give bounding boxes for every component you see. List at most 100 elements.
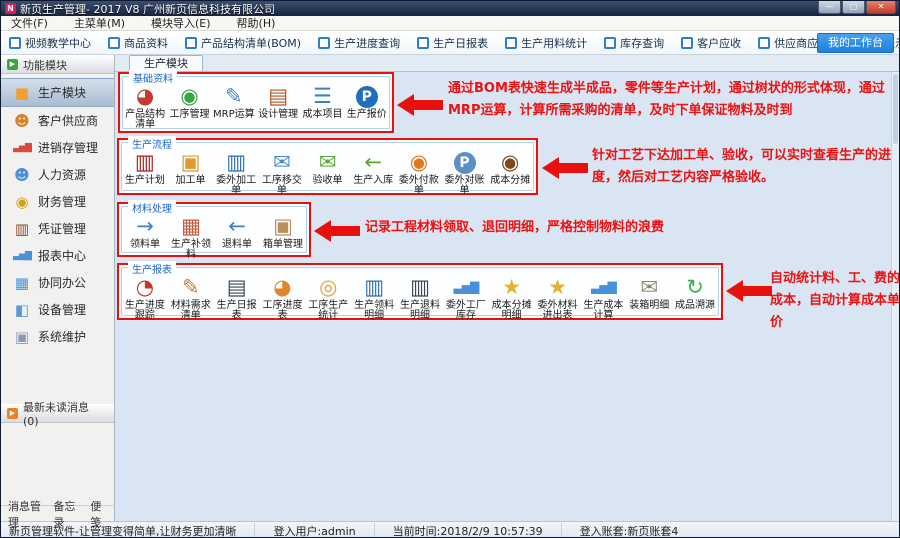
module-icon-成品溯源[interactable]: ↻成品溯源: [672, 275, 718, 311]
footer-link[interactable]: 消息管理: [8, 498, 41, 530]
module-icon-退料单[interactable]: ←退料单: [214, 214, 260, 250]
sidebar-item-进销存管理[interactable]: ▃▅▇进销存管理: [1, 134, 114, 161]
app-window: N 新页生产管理- 2017 V8 广州新页信息科技有限公司 — ▢ ✕ 文件(…: [0, 0, 900, 538]
title-bar: N 新页生产管理- 2017 V8 广州新页信息科技有限公司 — ▢ ✕: [1, 1, 899, 16]
module-icon-装箱明细[interactable]: ✉装箱明细: [626, 275, 672, 311]
module-icon-设计管理[interactable]: ▤设计管理: [256, 84, 300, 120]
module-icon-加工单[interactable]: ▣加工单: [168, 150, 214, 186]
sidebar-item-系统维护[interactable]: ▣系统维护: [1, 323, 114, 350]
module-glyph-icon: ▥: [213, 150, 259, 175]
sidebar-item-生产模块[interactable]: ■生产模块: [1, 78, 114, 107]
annotation-text: 记录工程材料领取、退回明细，严格控制物料的浪费: [365, 217, 710, 239]
menu-item[interactable]: 帮助(H): [237, 15, 276, 31]
menu-item[interactable]: 模块导入(E): [151, 15, 211, 31]
toolbar-item[interactable]: 客户应收: [681, 35, 741, 51]
maximize-button[interactable]: ▢: [842, 1, 865, 14]
status-login-user: 登入用户:admin: [255, 523, 374, 538]
toolbar-item[interactable]: 生产进度查询: [318, 35, 400, 51]
toolbar-item[interactable]: 生产日报表: [417, 35, 488, 51]
toolbar-item[interactable]: 库存查询: [604, 35, 664, 51]
section-highlight-rect: 生产报表◔生产进度跟踪✎材料需求清单▤生产日报表◕工序进度表◎工序生产统计▥生产…: [117, 263, 723, 320]
close-button[interactable]: ✕: [866, 1, 896, 14]
toolbar-item[interactable]: 产品结构清单(BOM): [185, 35, 301, 51]
module-icon-MRP运算[interactable]: ✎MRP运算: [212, 84, 256, 120]
sidebar-item-icon: ▣: [13, 328, 31, 346]
sidebar-item-凭证管理[interactable]: ▥凭证管理: [1, 215, 114, 242]
module-icon-生产日报表[interactable]: ▤生产日报表: [214, 275, 260, 321]
footer-link[interactable]: 备忘录: [53, 498, 78, 530]
module-icon-label: 验收单: [305, 176, 351, 186]
module-icon-委外工厂库存[interactable]: ▃▅▇委外工厂库存: [443, 275, 489, 321]
module-glyph-icon: ▤: [256, 84, 300, 109]
module-icon-生产报价[interactable]: P生产报价: [345, 84, 389, 120]
module-icon-生产领料明细[interactable]: ▥生产领料明细: [351, 275, 397, 321]
module-icon-生产入库[interactable]: ←生产入库: [350, 150, 396, 186]
module-icon-验收单[interactable]: ✉验收单: [305, 150, 351, 186]
module-icon-领料单[interactable]: →领料单: [122, 214, 168, 250]
module-icon-label: 委外材料进出表: [535, 301, 581, 321]
toolbar-item[interactable]: 商品资料: [108, 35, 168, 51]
red-arrow-icon: [397, 94, 443, 116]
module-glyph-icon: ★: [535, 275, 581, 300]
sidebar-item-icon: ▦: [13, 274, 31, 292]
sidebar-item-客户供应商[interactable]: ☻客户供应商: [1, 107, 114, 134]
module-icon-label: MRP运算: [212, 110, 256, 120]
my-workbench-button[interactable]: 我的工作台: [817, 33, 894, 53]
module-icon-生产计划[interactable]: ▥生产计划: [122, 150, 168, 186]
module-icon-工序进度表[interactable]: ◕工序进度表: [260, 275, 306, 321]
unread-messages-bar[interactable]: ▶ 最新未读消息 (0): [1, 404, 114, 423]
module-icon-工序移交单[interactable]: ✉工序移交单: [259, 150, 305, 196]
module-glyph-icon: ☰: [300, 84, 344, 109]
toolbar: 视频教学中心 商品资料 产品结构清单(BOM) 生产进度查询 生产日报表 生产用料统计 库存…: [1, 31, 899, 55]
footer-link[interactable]: 便笺: [90, 498, 107, 530]
toolbar-item-label: 产品结构清单(BOM): [201, 35, 301, 51]
module-icon-生产进度跟踪[interactable]: ◔生产进度跟踪: [122, 275, 168, 321]
toolbar-item[interactable]: 生产用料统计: [505, 35, 587, 51]
module-icon-成本分摊[interactable]: ◉成本分摊: [487, 150, 533, 186]
sidebar-item-人力资源[interactable]: ☻人力资源: [1, 161, 114, 188]
toolbar-item-label: 生产用料统计: [521, 35, 587, 51]
module-icon-label: 工序移交单: [259, 176, 305, 196]
module-icon-生产退料明细[interactable]: ▥生产退料明细: [397, 275, 443, 321]
module-icon-材料需求清单[interactable]: ✎材料需求清单: [168, 275, 214, 321]
module-icon-label: 成品溯源: [672, 301, 718, 311]
status-account-set: 登入账套:新页账套4: [562, 523, 697, 538]
sidebar-item-协同办公[interactable]: ▦协同办公: [1, 269, 114, 296]
module-icon-委外付款单[interactable]: ◉委外付款单: [396, 150, 442, 196]
toolbar-item-label: 生产日报表: [433, 35, 488, 51]
sidebar-item-报表中心[interactable]: ▃▅▇报表中心: [1, 242, 114, 269]
groupbox: 材料处理→领料单▦生产补领料←退料单▣箱单管理: [121, 206, 307, 253]
sidebar-item-设备管理[interactable]: ◧设备管理: [1, 296, 114, 323]
minimize-button[interactable]: —: [818, 1, 841, 14]
module-icon-生产补领料[interactable]: ▦生产补领料: [168, 214, 214, 260]
module-glyph-icon: P: [442, 150, 488, 175]
module-icon-委外加工单[interactable]: ▥委外加工单: [213, 150, 259, 196]
module-icon-生产成本计算[interactable]: ▃▅▇生产成本计算: [580, 275, 626, 321]
section-items: ▥生产计划▣加工单▥委外加工单✉工序移交单✉验收单←生产入库◉委外付款单P委外对…: [122, 143, 533, 196]
checkbox-icon: [108, 37, 120, 49]
toolbar-item-label: 客户应收: [697, 35, 741, 51]
module-icon-成本分摊明细[interactable]: ★成本分摊明细: [489, 275, 535, 321]
tab-bar: 生产模块: [115, 55, 899, 72]
menu-item[interactable]: 文件(F): [11, 15, 48, 31]
module-icon-产品结构清单[interactable]: ◕产品结构清单: [123, 84, 167, 130]
sidebar-item-label: 财务管理: [38, 193, 86, 210]
module-icon-成本项目[interactable]: ☰成本项目: [300, 84, 344, 120]
module-icon-工序管理[interactable]: ◉工序管理: [167, 84, 211, 120]
toolbar-item[interactable]: 视频教学中心: [9, 35, 91, 51]
toolbar-item-label: 视频教学中心: [25, 35, 91, 51]
module-icon-委外材料进出表[interactable]: ★委外材料进出表: [535, 275, 581, 321]
tab-production-module[interactable]: 生产模块: [129, 55, 203, 71]
annotation-text: 针对工艺下达加工单、验收，可以实时查看生产的进度，然后对工艺内容严格验收。: [592, 145, 900, 189]
module-glyph-icon: ▣: [260, 214, 306, 239]
sidebar-item-财务管理[interactable]: ◉财务管理: [1, 188, 114, 215]
module-glyph-icon: ←: [350, 150, 396, 175]
module-icon-label: 委外工厂库存: [443, 301, 489, 321]
sidebar-item-label: 生产模块: [38, 84, 86, 101]
module-icon-箱单管理[interactable]: ▣箱单管理: [260, 214, 306, 250]
section-title: 生产报表: [128, 261, 176, 276]
module-icon-委外对账单[interactable]: P委外对账单: [442, 150, 488, 196]
module-icon-工序生产统计[interactable]: ◎工序生产统计: [305, 275, 351, 321]
menu-item[interactable]: 主菜单(M): [74, 15, 125, 31]
module-icon-label: 生产成本计算: [580, 301, 626, 321]
